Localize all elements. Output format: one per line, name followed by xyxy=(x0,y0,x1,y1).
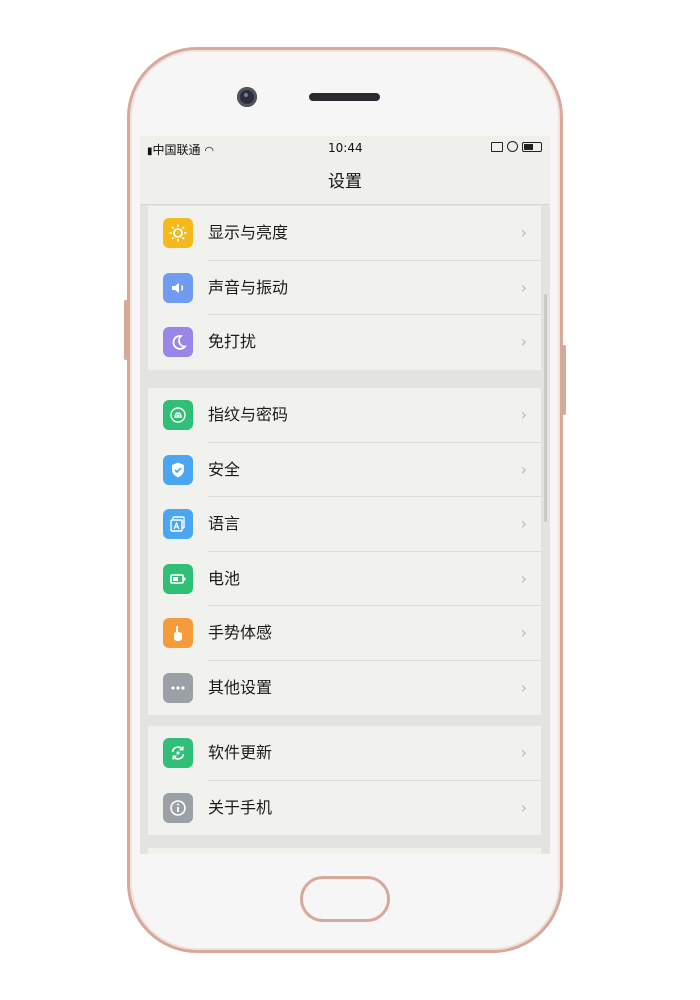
more-icon xyxy=(163,672,193,703)
battery-icon xyxy=(163,563,193,594)
chevron-right-icon: › xyxy=(520,623,527,642)
page-title: 设置 xyxy=(140,160,550,205)
chevron-right-icon: › xyxy=(520,514,527,533)
settings-group-partial xyxy=(148,848,541,854)
chevron-right-icon: › xyxy=(520,459,527,479)
cast-icon xyxy=(491,141,503,152)
status-bar: ▮中国联通 ◠ 10:44 xyxy=(140,136,550,160)
settings-item[interactable]: 电池 › xyxy=(148,552,541,606)
settings-item-label: 指纹与密码 xyxy=(208,405,289,424)
chevron-right-icon: › xyxy=(520,797,527,817)
status-time: 10:44 xyxy=(328,141,363,155)
earpiece-speaker xyxy=(309,93,380,101)
settings-item-label: 软件更新 xyxy=(208,743,273,762)
status-icons xyxy=(491,141,542,152)
settings-group: 指纹与密码 › 安全 › 语言 › 电池 › 手势体感 › 其他设置 › xyxy=(148,388,541,715)
settings-item[interactable]: 其他设置 › xyxy=(148,661,541,716)
wifi-icon: ◠ xyxy=(204,144,214,157)
info-icon xyxy=(163,792,193,823)
settings-item-label: 电池 xyxy=(208,568,241,588)
chevron-right-icon: › xyxy=(520,677,527,697)
settings-group: 显示与亮度 › 声音与振动 › 免打扰 › xyxy=(148,206,541,370)
chevron-right-icon: › xyxy=(520,405,527,424)
settings-item[interactable]: 声音与振动 › xyxy=(148,261,541,315)
settings-group: 软件更新 › 关于手机 › xyxy=(148,726,541,835)
settings-item-label: 手势体感 xyxy=(208,623,273,642)
chevron-right-icon: › xyxy=(520,332,527,351)
update-icon xyxy=(163,738,193,768)
chevron-right-icon: › xyxy=(520,568,527,588)
settings-item[interactable]: 指纹与密码 › xyxy=(148,388,541,443)
settings-item[interactable]: 关于手机 › xyxy=(148,781,541,836)
settings-item[interactable]: 安全 › xyxy=(148,443,541,497)
lock-rotation-icon xyxy=(507,141,518,152)
settings-item[interactable]: 语言 › xyxy=(148,497,541,552)
settings-item[interactable]: 手势体感 › xyxy=(148,606,541,661)
chevron-right-icon: › xyxy=(520,277,527,297)
volume-button xyxy=(124,300,128,360)
settings-item-label: 语言 xyxy=(208,514,241,533)
brightness-icon xyxy=(163,218,193,248)
settings-item-label: 其他设置 xyxy=(208,677,273,697)
front-camera xyxy=(237,87,257,107)
settings-item[interactable]: 免打扰 › xyxy=(148,315,541,370)
battery-status-icon xyxy=(522,141,542,152)
settings-item-label: 安全 xyxy=(208,459,241,479)
scrollbar[interactable] xyxy=(544,294,547,522)
speaker-icon xyxy=(163,272,193,303)
settings-item-label: 免打扰 xyxy=(208,332,257,351)
settings-item-label: 声音与振动 xyxy=(208,277,289,297)
screen: ▮中国联通 ◠ 10:44 设置 显示与亮度 › 声音与振动 › 免打扰 › 指纹与密码 › 安… xyxy=(140,136,550,854)
chevron-right-icon: › xyxy=(520,743,527,762)
home-button[interactable] xyxy=(300,876,390,922)
signal-carrier: ▮中国联通 ◠ xyxy=(147,143,214,157)
settings-item[interactable]: 软件更新 › xyxy=(148,726,541,781)
moon-icon xyxy=(163,327,193,357)
power-button xyxy=(562,345,566,415)
settings-item-label: 关于手机 xyxy=(208,797,273,817)
chevron-right-icon: › xyxy=(520,223,527,242)
settings-item-label: 显示与亮度 xyxy=(208,223,289,242)
hand-icon xyxy=(163,618,193,648)
fingerprint-icon xyxy=(163,400,193,430)
shield-icon xyxy=(163,454,193,485)
language-icon xyxy=(163,509,193,539)
settings-item[interactable]: 显示与亮度 › xyxy=(148,206,541,261)
